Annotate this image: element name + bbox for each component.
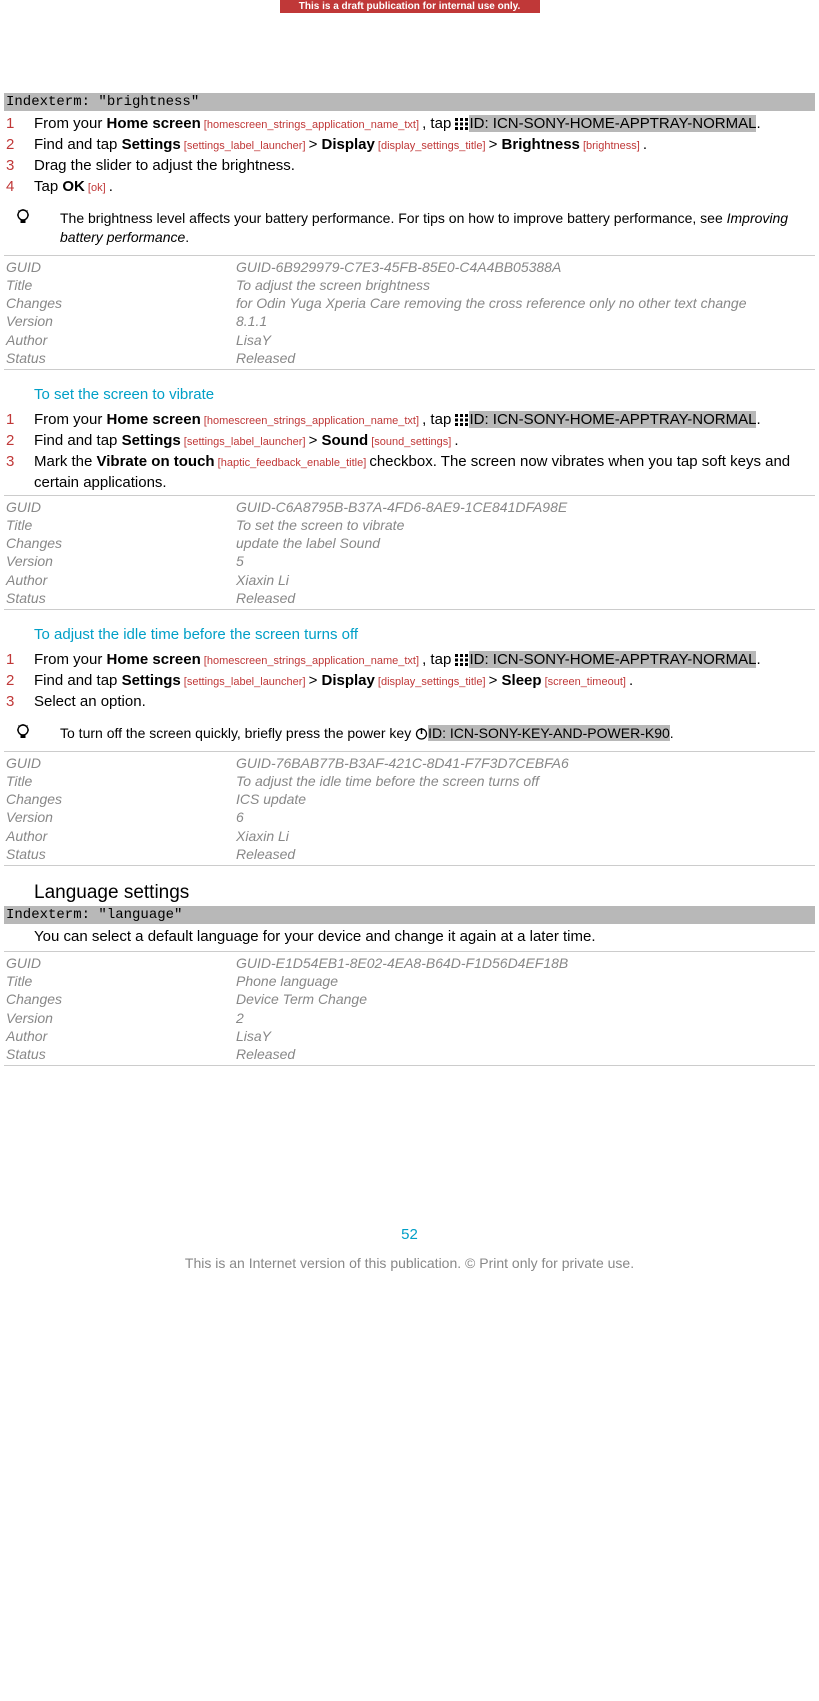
bulb-icon [8, 724, 60, 743]
step-text: From your Home screen [homescreen_string… [34, 113, 815, 134]
step-row: 3 Select an option. [4, 691, 815, 712]
steps-vibrate: 1 From your Home screen [homescreen_stri… [4, 407, 815, 495]
meta-table-brightness: GUIDGUID-6B929979-C7E3-45FB-85E0-C4A4BB0… [4, 255, 815, 370]
apptray-icon [455, 414, 469, 426]
step-row: 1 From your Home screen [homescreen_stri… [4, 649, 815, 670]
hint-text: To turn off the screen quickly, briefly … [60, 724, 811, 743]
hint-brightness: The brightness level affects your batter… [4, 199, 815, 255]
heading-language: Language settings [4, 866, 815, 906]
step-row: 4 Tap OK [ok] . [4, 176, 815, 197]
step-number: 1 [4, 113, 34, 134]
step-number: 4 [4, 176, 34, 197]
step-text: Find and tap Settings [settings_label_la… [34, 430, 815, 451]
step-text: Mark the Vibrate on touch [haptic_feedba… [34, 451, 815, 493]
indexterm-brightness: Indexterm: "brightness" [4, 93, 815, 111]
footer-text: This is an Internet version of this publ… [4, 1255, 815, 1277]
hint-text: The brightness level affects your batter… [60, 209, 811, 247]
meta-table-language: GUIDGUID-E1D54EB1-8E02-4EA8-B64D-F1D56D4… [4, 951, 815, 1066]
meta-table-idle: GUIDGUID-76BAB77B-B3AF-421C-8D41-F7F3D7C… [4, 751, 815, 866]
step-number: 1 [4, 649, 34, 670]
step-text: Tap OK [ok] . [34, 176, 815, 197]
step-number: 3 [4, 691, 34, 712]
step-number: 2 [4, 134, 34, 155]
steps-idle: 1 From your Home screen [homescreen_stri… [4, 647, 815, 714]
step-text: Find and tap Settings [settings_label_la… [34, 670, 815, 691]
step-row: 2 Find and tap Settings [settings_label_… [4, 670, 815, 691]
hint-idle: To turn off the screen quickly, briefly … [4, 714, 815, 751]
step-row: 1 From your Home screen [homescreen_stri… [4, 409, 815, 430]
step-row: 1 From your Home screen [homescreen_stri… [4, 113, 815, 134]
step-text: Select an option. [34, 691, 815, 712]
step-number: 2 [4, 430, 34, 451]
indexterm-language: Indexterm: "language" [4, 906, 815, 924]
apptray-icon [455, 118, 469, 130]
step-text: From your Home screen [homescreen_string… [34, 649, 815, 670]
step-text: Drag the slider to adjust the brightness… [34, 155, 815, 176]
step-row: 3 Drag the slider to adjust the brightne… [4, 155, 815, 176]
step-text: Find and tap Settings [settings_label_la… [34, 134, 815, 155]
power-icon [415, 727, 428, 740]
bulb-icon [8, 209, 60, 228]
steps-brightness: 1 From your Home screen [homescreen_stri… [4, 111, 815, 199]
apptray-icon [455, 654, 469, 666]
step-number: 3 [4, 451, 34, 472]
subheading-vibrate: To set the screen to vibrate [4, 370, 815, 407]
step-number: 1 [4, 409, 34, 430]
step-row: 2 Find and tap Settings [settings_label_… [4, 134, 815, 155]
meta-table-vibrate: GUIDGUID-C6A8795B-B37A-4FD6-8AE9-1CE841D… [4, 495, 815, 610]
step-row: 2 Find and tap Settings [settings_label_… [4, 430, 815, 451]
step-row: 3 Mark the Vibrate on touch [haptic_feed… [4, 451, 815, 493]
step-number: 2 [4, 670, 34, 691]
step-text: From your Home screen [homescreen_string… [34, 409, 815, 430]
subheading-idle: To adjust the idle time before the scree… [4, 610, 815, 647]
draft-banner: This is a draft publication for internal… [280, 0, 540, 13]
language-body: You can select a default language for yo… [4, 924, 815, 951]
page-number: 52 [4, 1226, 815, 1243]
step-number: 3 [4, 155, 34, 176]
